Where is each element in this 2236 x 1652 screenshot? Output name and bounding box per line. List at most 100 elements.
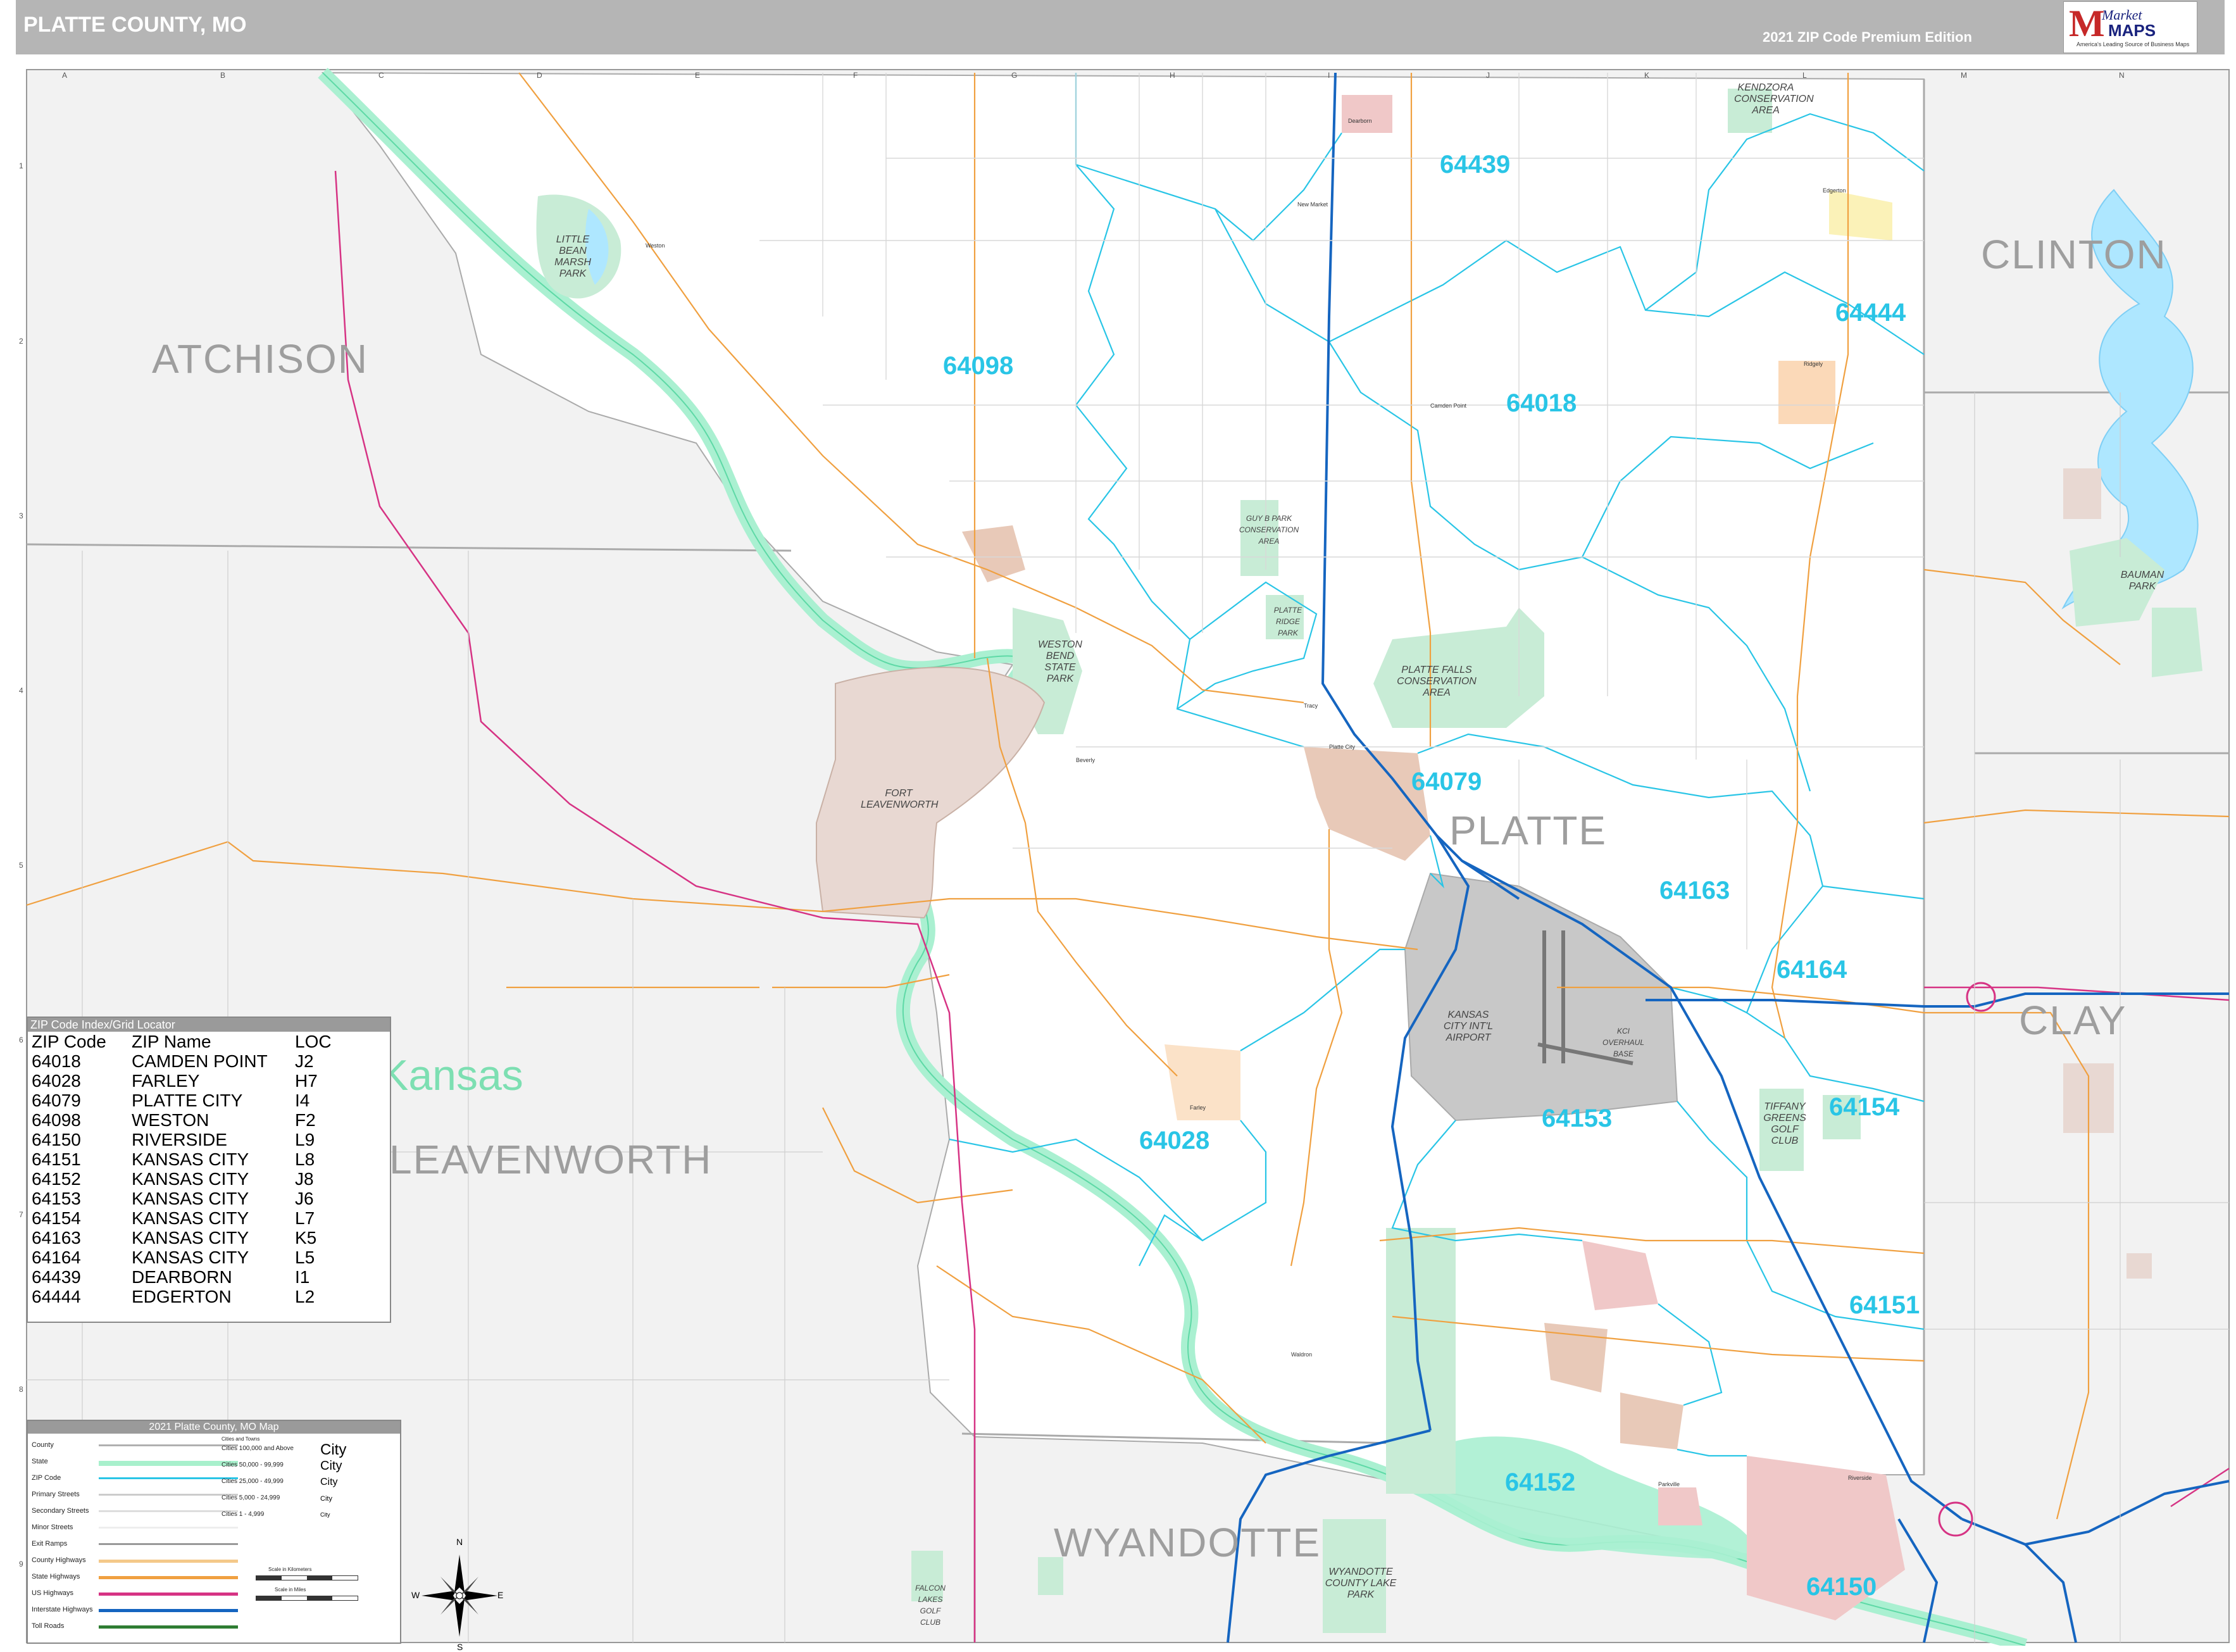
- zip-index-header-zip: ZIP Code: [32, 1032, 106, 1051]
- grid-col-f: F: [853, 71, 858, 80]
- zip-cell: 64079: [32, 1091, 81, 1110]
- town-riverside: Riverside: [1848, 1475, 1872, 1481]
- legend-item-label: Secondary Streets: [32, 1507, 89, 1515]
- zip-cell: 64018: [32, 1051, 81, 1071]
- town-dearborn: Dearborn: [1348, 118, 1372, 124]
- town-parkville: Parkville: [1658, 1481, 1680, 1487]
- legend-item-label: Toll Roads: [32, 1622, 65, 1630]
- legend-item-label: US Highways: [32, 1589, 74, 1597]
- legend-item-swatch: [99, 1477, 238, 1479]
- zip-cell: 64152: [32, 1169, 81, 1189]
- zip-loc-cell: H7: [295, 1071, 318, 1091]
- legend-city-sample-4: City: [320, 1495, 332, 1503]
- legend-city-1: Cities 100,000 and Above: [222, 1445, 294, 1452]
- grid-col-g: G: [1011, 71, 1018, 80]
- town-ridgely: Ridgely: [1804, 361, 1823, 367]
- zip-index-panel: ZIP Code Index/Grid Locator ZIP Code ZIP…: [27, 1017, 391, 1323]
- compass-rose-icon: N S E W: [411, 1537, 504, 1652]
- table-row: 64439 DEARBORN I1: [29, 1267, 348, 1287]
- park-wyandotte-lake: WYANDOTTE COUNTY LAKE PARK: [1325, 1567, 1397, 1600]
- park-platte-falls: PLATTE FALLS CONSERVATION AREA: [1397, 665, 1477, 698]
- legend-item-label: ZIP Code: [32, 1474, 61, 1482]
- table-row: 64152 KANSAS CITY J8: [29, 1169, 348, 1189]
- map-canvas[interactable]: [0, 0, 2236, 1646]
- zip-64444: 64444: [1835, 299, 1906, 327]
- town-new-market: New Market: [1297, 201, 1328, 208]
- legend-item-label: County: [32, 1441, 54, 1449]
- legend-item-swatch: [99, 1461, 238, 1466]
- grid-row-6: 6: [19, 1036, 23, 1044]
- town-weston: Weston: [646, 242, 665, 249]
- town-platte-city: Platte City: [1329, 744, 1356, 750]
- zip-loc-cell: I4: [295, 1091, 310, 1110]
- park-kendzora: KENDZORA CONSERVATION AREA: [1734, 82, 1814, 116]
- park-weston-bend: WESTON BEND STATE PARK: [1038, 639, 1082, 684]
- zip-64150: 64150: [1806, 1573, 1877, 1601]
- parkville-urban: [1658, 1487, 1702, 1525]
- compass-e: E: [497, 1590, 504, 1600]
- zip-cell: 64439: [32, 1267, 81, 1287]
- park-bauman: BAUMAN PARK: [2120, 570, 2164, 592]
- table-row: 64098 WESTON F2: [29, 1110, 348, 1130]
- legend-city-3: Cities 25,000 - 49,999: [222, 1478, 284, 1485]
- town-edgerton: Edgerton: [1823, 187, 1846, 194]
- dearborn-urban: [1342, 95, 1392, 133]
- zip-index-title: ZIP Code Index/Grid Locator: [28, 1018, 390, 1032]
- grid-col-h: H: [1170, 71, 1175, 80]
- grid-col-b: B: [220, 71, 226, 80]
- table-row: 64444 EDGERTON L2: [29, 1287, 348, 1306]
- legend-city-sample-3: City: [320, 1477, 338, 1487]
- zip-64164: 64164: [1777, 956, 1847, 984]
- state-kansas: Kansas: [380, 1051, 523, 1099]
- grid-row-3: 3: [19, 511, 23, 520]
- zip-64079: 64079: [1411, 768, 1482, 796]
- grid-col-c: C: [378, 71, 384, 80]
- legend-item-swatch: [99, 1444, 238, 1446]
- county-clay: CLAY: [2019, 998, 2127, 1043]
- zip-index-header-name: ZIP Name: [132, 1032, 211, 1051]
- zip-index-header-loc: LOC: [295, 1032, 332, 1051]
- legend-item-label: State: [32, 1458, 48, 1465]
- table-row: 64154 KANSAS CITY L7: [29, 1208, 348, 1228]
- town-waldron: Waldron: [1291, 1351, 1313, 1358]
- legend-city-sample-2: City: [320, 1459, 342, 1473]
- compass-w: W: [411, 1590, 420, 1600]
- county-atchison: ATCHISON: [152, 336, 368, 382]
- zip-name-cell: PLATTE CITY: [132, 1091, 243, 1110]
- zip-cell: 64151: [32, 1149, 81, 1169]
- legend-scale-mi: Scale in Miles: [275, 1587, 306, 1593]
- compass-s: S: [457, 1642, 463, 1652]
- grid-col-l: L: [1802, 71, 1807, 80]
- zip-loc-cell: J6: [295, 1189, 314, 1208]
- zip-name-cell: WESTON: [132, 1110, 209, 1130]
- park-falcon-lakes: FALCON LAKES GOLF CLUB: [915, 1584, 946, 1627]
- clay-urban-2: [2063, 468, 2101, 519]
- zip-name-cell: CAMDEN POINT: [132, 1051, 268, 1071]
- zip-index-table: ZIP Code ZIP Name LOC 64018 CAMDEN POINT J…: [29, 1032, 348, 1306]
- grid-col-i: I: [1328, 71, 1330, 80]
- zip-64163: 64163: [1659, 877, 1730, 904]
- table-row: 64163 KANSAS CITY K5: [29, 1228, 348, 1248]
- riverside-park-strip: [1386, 1228, 1456, 1494]
- grid-row-5: 5: [19, 861, 23, 870]
- zip-loc-cell: L8: [295, 1149, 315, 1169]
- zip-loc-cell: J2: [295, 1051, 314, 1071]
- zip-cell: 64163: [32, 1228, 81, 1248]
- zip-64153: 64153: [1542, 1104, 1613, 1132]
- zip-cell: 64154: [32, 1208, 81, 1228]
- zip-name-cell: KANSAS CITY: [132, 1169, 249, 1189]
- zip-cell: 64164: [32, 1248, 81, 1267]
- legend-item-swatch: [99, 1543, 238, 1545]
- clay-urban-3: [2127, 1253, 2152, 1279]
- zip-index-header-row: ZIP Code ZIP Name LOC: [29, 1032, 348, 1051]
- county-wyandotte: WYANDOTTE: [1054, 1520, 1321, 1565]
- zip-cell: 64028: [32, 1071, 81, 1091]
- airport-label: KANSAS CITY INT'L AIRPORT: [1443, 1010, 1494, 1043]
- legend-item-swatch: [99, 1609, 238, 1612]
- legend-city-sample-1: City: [320, 1441, 347, 1458]
- zip-name-cell: RIVERSIDE: [132, 1130, 227, 1149]
- park-little-bean: LITTLE BEAN MARSH PARK: [554, 234, 591, 279]
- compass-n: N: [456, 1537, 463, 1547]
- legend-item-swatch: [99, 1625, 238, 1629]
- legend-scale-bar-mi: [256, 1596, 358, 1601]
